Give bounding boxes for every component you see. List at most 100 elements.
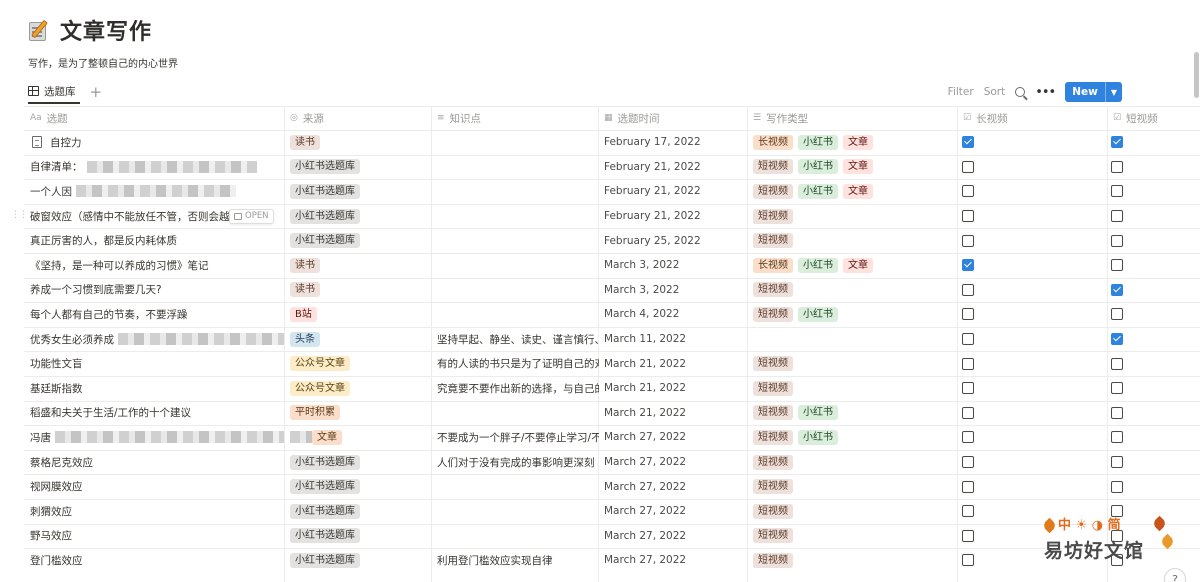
long-video-checkbox[interactable] bbox=[962, 554, 974, 567]
column-header[interactable]: ▦ 选题时间 bbox=[598, 106, 660, 130]
table-row[interactable]: 登门槛效应 小红书选题库 利用登门槛效应实现自律 March 27, 2022 短视频 bbox=[24, 548, 1200, 573]
column-header[interactable]: Aa 选题 bbox=[24, 106, 68, 130]
cell-title[interactable]: 功能性文盲 bbox=[30, 351, 284, 376]
filter-button[interactable]: Filter bbox=[948, 86, 974, 98]
cell-writing-type[interactable]: 短视频 小红书 bbox=[753, 302, 953, 327]
page-title[interactable]: 文章写作 bbox=[60, 14, 152, 46]
cell-date[interactable]: March 27, 2022 bbox=[604, 425, 749, 450]
short-video-checkbox[interactable] bbox=[1111, 160, 1123, 173]
cell-date[interactable]: February 21, 2022 bbox=[604, 204, 749, 229]
cell-source[interactable]: 公众号文章 bbox=[290, 376, 430, 401]
cell-date[interactable]: February 25, 2022 bbox=[604, 228, 749, 253]
cell-source[interactable]: 文章 bbox=[290, 425, 430, 450]
cell-knowledge[interactable] bbox=[437, 155, 599, 180]
table-row[interactable]: 《坚持，是一种可以养成的习惯》笔记 读书 March 3, 2022 长视频 小红书 文章 bbox=[24, 253, 1200, 278]
cell-source[interactable]: 读书 bbox=[290, 253, 430, 278]
cell-writing-type[interactable]: 短视频 小红书 bbox=[753, 401, 953, 426]
long-video-checkbox[interactable] bbox=[962, 357, 974, 370]
cell-title[interactable]: 优秀女生必须养成 bbox=[30, 327, 284, 352]
cell-knowledge[interactable] bbox=[437, 524, 599, 549]
cell-title[interactable]: 蔡格尼克效应 bbox=[30, 450, 284, 475]
cell-source[interactable]: 头条 bbox=[290, 327, 430, 352]
cell-knowledge[interactable] bbox=[437, 474, 599, 499]
cell-knowledge[interactable] bbox=[437, 499, 599, 524]
cell-source[interactable]: B站 bbox=[290, 302, 430, 327]
cell-source[interactable]: 小红书选题库 bbox=[290, 179, 430, 204]
cell-writing-type[interactable]: 短视频 小红书 文章 bbox=[753, 179, 953, 204]
cell-title[interactable]: 《坚持，是一种可以养成的习惯》笔记 bbox=[30, 253, 284, 278]
cell-title[interactable]: 冯唐 bbox=[30, 425, 284, 450]
cell-title[interactable]: 登门槛效应 bbox=[30, 548, 284, 573]
cell-writing-type[interactable]: 短视频 bbox=[753, 351, 953, 376]
cell-source[interactable]: 小红书选题库 bbox=[290, 524, 430, 549]
long-video-checkbox[interactable] bbox=[962, 160, 974, 173]
cell-writing-type[interactable]: 短视频 bbox=[753, 376, 953, 401]
long-video-checkbox[interactable] bbox=[962, 529, 974, 542]
short-video-checkbox[interactable] bbox=[1111, 406, 1123, 419]
cell-writing-type[interactable]: 短视频 bbox=[753, 278, 953, 303]
cell-date[interactable]: March 21, 2022 bbox=[604, 351, 749, 376]
long-video-checkbox[interactable] bbox=[962, 406, 974, 419]
drag-handle-icon[interactable]: ⋮⋮ bbox=[11, 210, 28, 220]
short-video-checkbox[interactable] bbox=[1111, 431, 1123, 444]
cell-writing-type[interactable]: 短视频 bbox=[753, 474, 953, 499]
cell-title[interactable]: 基廷斯指数 bbox=[30, 376, 284, 401]
table-row[interactable]: 破窗效应（感情中不能放任不管，否则会越 OPEN ⋮⋮ 小红书选题库 February … bbox=[11, 204, 1200, 229]
short-video-checkbox[interactable] bbox=[1111, 185, 1123, 198]
cell-knowledge[interactable] bbox=[437, 228, 599, 253]
cell-knowledge[interactable] bbox=[437, 302, 599, 327]
cell-date[interactable]: March 4, 2022 bbox=[604, 302, 749, 327]
short-video-checkbox[interactable] bbox=[1111, 333, 1123, 346]
long-video-checkbox[interactable] bbox=[962, 480, 974, 493]
scrollbar[interactable] bbox=[1194, 52, 1199, 98]
cell-writing-type[interactable]: 短视频 bbox=[753, 450, 953, 475]
cell-source[interactable]: 小红书选题库 bbox=[290, 204, 430, 229]
cell-knowledge[interactable] bbox=[437, 179, 599, 204]
table-row[interactable]: 养成一个习惯到底需要几天? 读书 March 3, 2022 短视频 bbox=[24, 278, 1200, 303]
cell-source[interactable]: 读书 bbox=[290, 278, 430, 303]
cell-writing-type[interactable]: 短视频 bbox=[753, 228, 953, 253]
short-video-checkbox[interactable] bbox=[1111, 259, 1123, 272]
column-header[interactable]: ☑ 长视频 bbox=[957, 106, 1008, 130]
cell-date[interactable]: March 27, 2022 bbox=[604, 450, 749, 475]
cell-date[interactable]: March 21, 2022 bbox=[604, 401, 749, 426]
short-video-checkbox[interactable] bbox=[1111, 136, 1123, 149]
cell-knowledge[interactable]: 坚持早起、静坐、读史、谨言慎行、 bbox=[437, 327, 599, 352]
table-row[interactable]: 野马效应 小红书选题库 March 27, 2022 短视频 bbox=[24, 524, 1200, 549]
long-video-checkbox[interactable] bbox=[962, 185, 974, 198]
long-video-checkbox[interactable] bbox=[962, 259, 974, 272]
table-row[interactable]: 自控力 读书 February 17, 2022 长视频 小红书 文章 bbox=[24, 130, 1200, 155]
cell-title[interactable]: 真正厉害的人，都是反内耗体质 bbox=[30, 228, 284, 253]
table-row[interactable]: 功能性文盲 公众号文章 有的人读的书只是为了证明自己的对 March 21, 2022… bbox=[24, 351, 1200, 376]
page-description[interactable]: 写作，是为了整顿自己的内心世界 bbox=[28, 55, 178, 70]
table-row[interactable]: 蔡格尼克效应 小红书选题库 人们对于没有完成的事影响更深刻 March 27, 202… bbox=[24, 450, 1200, 475]
new-button[interactable]: New ▼ bbox=[1065, 82, 1122, 102]
cell-knowledge[interactable] bbox=[437, 401, 599, 426]
cell-knowledge[interactable] bbox=[437, 204, 599, 229]
cell-title[interactable]: 每个人都有自己的节奏，不要浮躁 bbox=[30, 302, 284, 327]
cell-date[interactable]: March 3, 2022 bbox=[604, 278, 749, 303]
sort-button[interactable]: Sort bbox=[984, 86, 1006, 98]
cell-source[interactable]: 平时积累 bbox=[290, 401, 430, 426]
cell-writing-type[interactable]: 短视频 bbox=[753, 499, 953, 524]
column-header[interactable]: ◎ 来源 bbox=[284, 106, 324, 130]
cell-date[interactable]: March 27, 2022 bbox=[604, 548, 749, 573]
column-header[interactable]: ☰ 写作类型 bbox=[747, 106, 808, 130]
cell-source[interactable]: 公众号文章 bbox=[290, 351, 430, 376]
short-video-checkbox[interactable] bbox=[1111, 210, 1123, 223]
short-video-checkbox[interactable] bbox=[1111, 480, 1123, 493]
view-tab-topics[interactable]: 选题库 bbox=[28, 80, 80, 104]
cell-date[interactable]: March 27, 2022 bbox=[604, 524, 749, 549]
long-video-checkbox[interactable] bbox=[962, 505, 974, 518]
table-row[interactable]: 自律清单： 小红书选题库 February 21, 2022 短视频 小红书 文章 bbox=[24, 155, 1200, 180]
column-header[interactable]: ≡ 知识点 bbox=[431, 106, 481, 130]
cell-title[interactable]: 自律清单： bbox=[30, 155, 284, 180]
table-row[interactable]: 刺猬效应 小红书选题库 March 27, 2022 短视频 bbox=[24, 499, 1200, 524]
cell-date[interactable]: March 27, 2022 bbox=[604, 499, 749, 524]
cell-date[interactable]: March 11, 2022 bbox=[604, 327, 749, 352]
cell-source[interactable]: 小红书选题库 bbox=[290, 548, 430, 573]
cell-knowledge[interactable] bbox=[437, 278, 599, 303]
cell-title[interactable]: 刺猬效应 bbox=[30, 499, 284, 524]
cell-knowledge[interactable]: 利用登门槛效应实现自律 bbox=[437, 548, 599, 573]
short-video-checkbox[interactable] bbox=[1111, 308, 1123, 321]
